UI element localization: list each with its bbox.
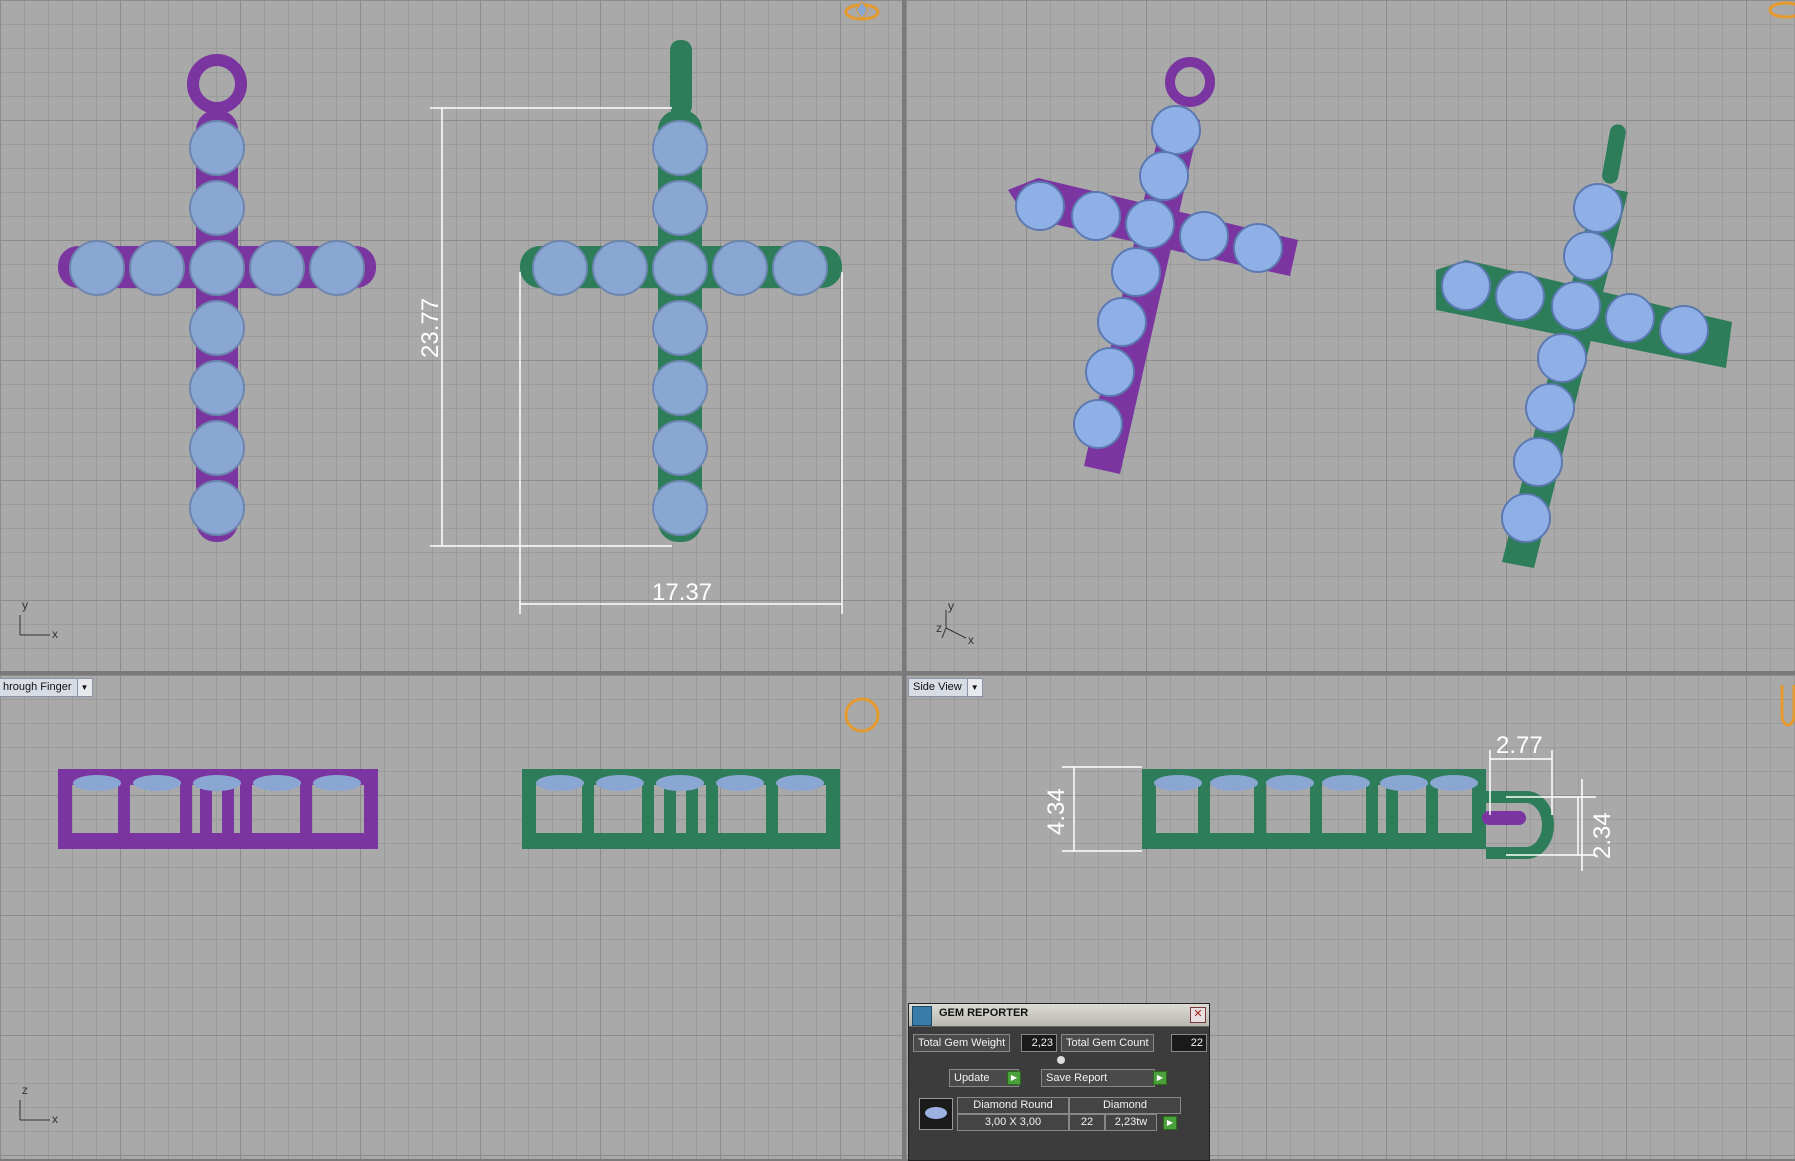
top-view-canvas: 23.77 17.37 y x <box>19 1 880 641</box>
dimension-depth-label: 4.34 <box>1043 788 1070 835</box>
ring-view-icon[interactable] <box>844 697 880 733</box>
gem-row-go-icon[interactable]: ▶ <box>1163 1116 1177 1130</box>
front-view-canvas: z x <box>19 697 880 1126</box>
gem-reporter-title: GEM REPORTER <box>939 1007 1029 1019</box>
green-cross-top <box>520 40 842 542</box>
dimension-width-label: 17.37 <box>652 579 712 606</box>
ring-view-icon[interactable] <box>1780 685 1795 727</box>
green-cross-front <box>522 769 840 849</box>
total-gem-count-label: Total Gem Count <box>1061 1034 1154 1052</box>
gem-weight-cell: 2,23tw <box>1105 1114 1157 1131</box>
purple-cross-top <box>58 54 376 542</box>
axis-z-label: z <box>22 1083 28 1097</box>
ring-view-icon[interactable] <box>1768 1 1795 19</box>
perspective-view-canvas: y z x <box>936 1 1795 647</box>
save-report-button-label: Save Report <box>1046 1072 1108 1084</box>
total-gem-weight-value: 2,23 <box>1021 1034 1057 1052</box>
gem-reporter-titlebar[interactable]: GEM REPORTER ✕ <box>909 1004 1209 1027</box>
viewport-front[interactable]: hrough Finger ▼ z x <box>0 675 902 1159</box>
total-gem-count-value: 22 <box>1171 1034 1207 1052</box>
axis-y-label: y <box>22 598 28 612</box>
axis-x-label: x <box>52 627 58 641</box>
slider-handle-icon[interactable] <box>1057 1056 1065 1064</box>
gem-reporter-panel[interactable]: GEM REPORTER ✕ Total Gem Weight 2,23 Tot… <box>908 1003 1210 1161</box>
save-report-button[interactable]: Save Report <box>1041 1069 1155 1087</box>
diamond-round-gem-icon <box>919 1098 953 1130</box>
dimension-height-label: 23.77 <box>417 298 444 358</box>
gem-count-cell: 22 <box>1069 1114 1105 1131</box>
dimension-loop-height-label: 2.34 <box>1589 812 1616 859</box>
axis-x-label: x <box>52 1112 58 1126</box>
gem-size-cell: 3,00 X 3,00 <box>957 1114 1069 1131</box>
axis-x-label: x <box>968 633 974 647</box>
purple-cross-perspective <box>1008 57 1298 474</box>
axis-z-label: z <box>936 621 942 635</box>
gem-shape-cell: Diamond Round <box>957 1097 1069 1114</box>
viewport-perspective[interactable]: y z x <box>906 0 1795 671</box>
total-gem-weight-label: Total Gem Weight <box>913 1034 1011 1052</box>
ring-view-icon[interactable] <box>844 1 880 21</box>
green-cross-perspective <box>1436 124 1732 568</box>
viewport-top[interactable]: 23.77 17.37 y x <box>0 0 902 671</box>
gem-material-cell: Diamond <box>1069 1097 1181 1114</box>
dimension-lines-top <box>430 107 843 614</box>
close-icon[interactable]: ✕ <box>1190 1007 1206 1023</box>
purple-cross-front <box>58 769 378 849</box>
save-report-go-icon[interactable]: ▶ <box>1153 1071 1167 1085</box>
axis-y-label: y <box>948 599 954 613</box>
axis-indicator-front <box>19 1100 50 1121</box>
gem-reporter-logo-icon <box>912 1006 932 1026</box>
axis-indicator-perspective <box>941 610 967 639</box>
dimension-loop-width-label: 2.77 <box>1496 732 1543 759</box>
axis-indicator-top <box>19 615 50 636</box>
update-go-icon[interactable]: ▶ <box>1007 1071 1021 1085</box>
green-cross-side <box>1142 769 1554 859</box>
update-button-label: Update <box>954 1072 990 1084</box>
